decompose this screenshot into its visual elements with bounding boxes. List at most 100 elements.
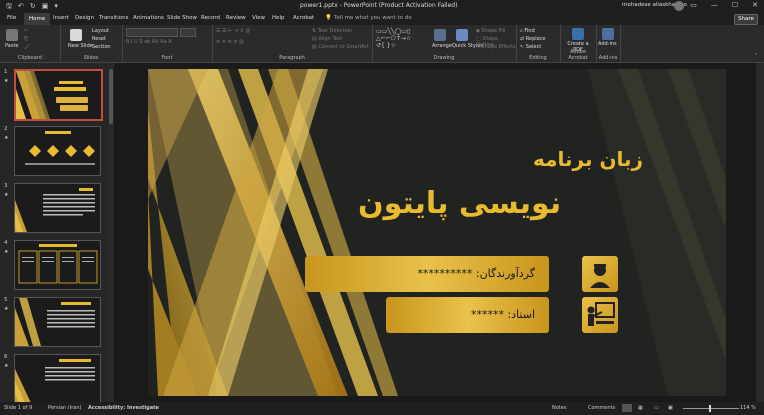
close-icon[interactable]: ✕ <box>752 1 758 9</box>
star-icon: ★ <box>4 192 9 198</box>
text-direction-button[interactable]: ⇅ Text Direction <box>312 28 352 34</box>
star-icon: ★ <box>4 135 9 141</box>
tab-acrobat[interactable]: Acrobat <box>293 15 314 21</box>
section-button[interactable]: Section <box>92 44 111 50</box>
shape-effects-button[interactable]: ◇ Shape Effects <box>476 44 516 50</box>
share-button[interactable]: Share <box>734 14 758 25</box>
copy-button[interactable]: ⎘ <box>24 36 28 42</box>
quick-access-toolbar: 🖫 ↶ ↻ ▣ ▾ <box>6 2 58 13</box>
format-buttons[interactable]: B I U S ab AV Aa A <box>126 39 172 45</box>
slide-background-art <box>148 69 726 396</box>
thumbnail-row[interactable]: 3 ★ <box>0 183 108 241</box>
slide-thumbnail[interactable] <box>14 126 101 176</box>
layout-button[interactable]: Layout <box>92 28 109 34</box>
tab-home[interactable]: Home <box>24 13 51 25</box>
addins-icon[interactable] <box>602 28 614 40</box>
start-from-beginning-icon[interactable]: ▣ <box>42 2 49 13</box>
tab-design[interactable]: Design <box>75 15 94 21</box>
slide-thumbnail[interactable] <box>14 240 101 290</box>
professor-box[interactable]: استاد: ****** <box>386 297 549 333</box>
slideshow-icon[interactable]: ▣ <box>668 405 673 411</box>
shape-fill-button[interactable]: ◆ Shape Fill <box>476 28 505 34</box>
thumbnail-row[interactable]: 5 ★ <box>0 297 108 355</box>
align-buttons[interactable]: ≡ ≡ ≡ ≡ ▥ <box>216 39 244 45</box>
new-slide-button[interactable]: New Slide <box>68 43 93 49</box>
tab-transitions[interactable]: Transitions <box>99 15 128 21</box>
maximize-icon[interactable]: ☐ <box>732 1 738 9</box>
reset-button[interactable]: Reset <box>92 36 106 42</box>
ribbon-display-icon[interactable]: ▭ <box>690 1 697 9</box>
addins-group: Add-ins Add-ins <box>596 25 621 62</box>
new-slide-icon[interactable] <box>70 29 82 41</box>
create-pdf-icon[interactable] <box>572 28 584 40</box>
collector-box[interactable]: گردآورندگان: ********** <box>305 256 549 292</box>
shapes-gallery[interactable]: ▭▭╲╲◯▭▯ △⌐⌐⬠↑→☆ ↺{ }☆ <box>376 28 426 49</box>
list-buttons[interactable]: ☰ ☰ ⇤ ⇥ ↕ ▥ <box>216 28 250 34</box>
language-indicator[interactable]: Persian (Iran) <box>48 405 81 411</box>
avatar[interactable] <box>674 1 684 11</box>
arrange-icon[interactable] <box>434 29 446 41</box>
tab-insert[interactable]: Insert <box>53 15 69 21</box>
find-button[interactable]: ⌕ Find <box>520 28 535 34</box>
reading-view-icon[interactable]: ▭ <box>654 405 659 411</box>
arrange-button[interactable]: Arrange <box>432 43 452 49</box>
zoom-slider[interactable] <box>683 408 739 409</box>
find-label: Find <box>524 28 535 34</box>
tab-help[interactable]: Help <box>272 15 285 21</box>
lightbulb-icon: 💡 <box>325 15 332 21</box>
customize-toolbar-icon[interactable]: ▾ <box>54 2 58 13</box>
editing-label: Editing <box>529 55 547 61</box>
cut-button[interactable]: ✂ <box>24 28 28 34</box>
thumbnail-row[interactable]: 2 ★ <box>0 126 108 184</box>
save-icon[interactable]: 🖫 <box>6 2 12 13</box>
tab-file[interactable]: File <box>7 15 16 21</box>
tell-me-search[interactable]: Tell me what you want to do <box>334 15 412 21</box>
professor-text: استاد: ****** <box>470 308 535 321</box>
tab-view[interactable]: View <box>252 15 265 21</box>
slide-thumbnail[interactable] <box>14 69 103 121</box>
thumbnail-art <box>15 298 95 346</box>
quick-styles-icon[interactable] <box>456 29 468 41</box>
slide-title-line1[interactable]: زبان برنامه <box>533 147 643 171</box>
tab-review[interactable]: Review <box>226 15 246 21</box>
normal-view-icon[interactable] <box>622 404 632 412</box>
zoom-level[interactable]: 114 % <box>740 405 756 411</box>
editor-scrollbar[interactable] <box>756 63 764 402</box>
select-button[interactable]: ↖ Select <box>520 44 541 50</box>
paste-button[interactable]: Paste <box>5 43 19 49</box>
replace-button[interactable]: ⇄ Replace <box>520 36 546 42</box>
main-slide[interactable]: زبان برنامه نویسی پایتون گردآورندگان: **… <box>148 69 726 396</box>
tab-animations[interactable]: Animations <box>133 15 164 21</box>
slide-sorter-icon[interactable]: ▦ <box>638 405 643 411</box>
format-painter-button[interactable]: 🖌 <box>24 44 30 50</box>
redo-icon[interactable]: ↻ <box>30 2 36 13</box>
minimize-icon[interactable]: — <box>711 1 718 9</box>
slide-thumbnail[interactable] <box>14 297 101 347</box>
thumbnail-number: 4 <box>4 240 8 246</box>
font-family-select[interactable] <box>126 28 178 37</box>
thumbnail-row[interactable]: 4 ★ <box>0 240 108 298</box>
slide-title-line2[interactable]: نویسی پایتون <box>358 186 561 221</box>
notes-button[interactable]: Notes <box>552 405 566 411</box>
collapse-ribbon-icon[interactable]: ⌃ <box>754 53 758 59</box>
thumbnail-number: 5 <box>4 297 8 303</box>
undo-icon[interactable]: ↶ <box>18 2 24 13</box>
accessibility-status[interactable]: Accessibility: Investigate <box>88 405 159 411</box>
clipboard-group: Paste ✂ ⎘ 🖌 Clipboard <box>0 25 61 62</box>
align-text-button[interactable]: ▤ Align Text <box>312 36 343 42</box>
slide-thumbnail[interactable] <box>14 183 101 233</box>
comments-button[interactable]: Comments <box>588 405 615 411</box>
slide-thumbnail[interactable] <box>14 354 101 404</box>
addins-label: Add-ins <box>598 55 618 61</box>
font-size-select[interactable] <box>180 28 196 37</box>
zoom-slider-thumb[interactable] <box>709 405 711 412</box>
paste-icon[interactable] <box>6 29 18 41</box>
thumbnail-row[interactable]: 1 ★ <box>0 69 108 127</box>
scrollbar-thumb[interactable] <box>109 69 113 124</box>
thumbnail-art <box>18 244 98 284</box>
star-icon: ★ <box>4 78 9 84</box>
addins-button[interactable]: Add-ins <box>598 41 617 47</box>
smartart-button[interactable]: ▧ Convert to SmartArt <box>312 44 369 50</box>
tab-slide-show[interactable]: Slide Show <box>167 15 197 21</box>
tab-record[interactable]: Record <box>201 15 220 21</box>
